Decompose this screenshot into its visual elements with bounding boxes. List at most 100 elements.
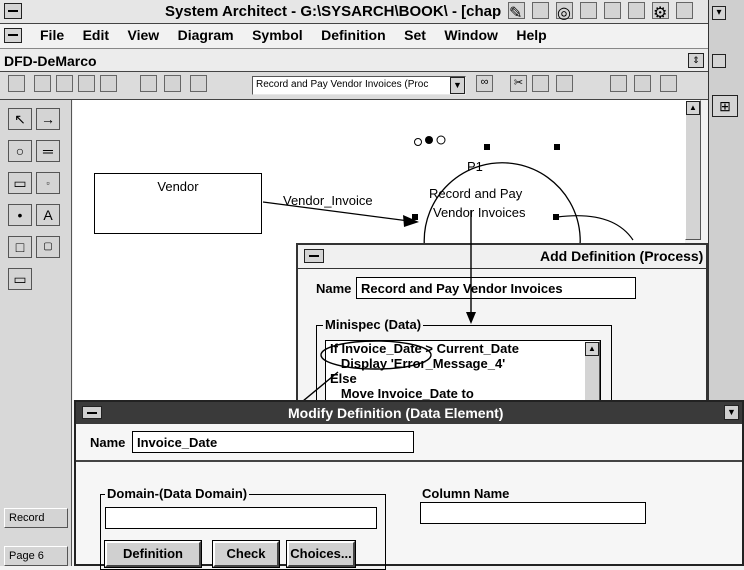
process-name-line1: Record and Pay <box>429 186 523 201</box>
globe-icon[interactable]: ◎ <box>556 2 573 22</box>
properties-icon[interactable] <box>164 75 181 92</box>
gear-icon[interactable]: ⚙ <box>652 2 669 22</box>
menu-diagram[interactable]: Diagram <box>178 27 234 43</box>
definition-button-label: Definition <box>123 546 183 561</box>
window-icon[interactable] <box>676 2 693 19</box>
modify-definition-title-bar: Modify Definition (Data Element) ▼ <box>76 402 742 424</box>
menu-view[interactable]: View <box>127 27 159 43</box>
adjacent-scroll-icon[interactable] <box>712 54 726 68</box>
system-menu-button[interactable] <box>4 3 22 19</box>
minispec-scrollbar[interactable]: ▲ <box>584 341 600 403</box>
app-title: System Architect - G:\SYSARCH\BOOK\ - [c… <box>165 3 502 20</box>
menu-set[interactable]: Set <box>404 27 426 43</box>
combo-dropdown-icon[interactable]: ▼ <box>450 77 465 94</box>
save-icon[interactable] <box>78 75 95 92</box>
vendor-entity-label: Vendor <box>157 179 199 194</box>
menu-window[interactable]: Window <box>444 27 498 43</box>
clipboard-icon[interactable] <box>556 75 573 92</box>
page-icon[interactable] <box>190 75 207 92</box>
pointer-tool-icon[interactable]: ↖ <box>8 108 32 130</box>
flow-icon[interactable] <box>604 2 621 19</box>
symbol-combo[interactable]: Record and Pay Vendor Invoices (Proc ▼ <box>252 76 466 95</box>
domain-field[interactable] <box>105 507 377 529</box>
minispec-line-4: Move Invoice_Date to <box>330 386 474 401</box>
square-tool-icon[interactable]: □ <box>8 236 32 258</box>
small-box-tool-icon[interactable]: ▫ <box>36 172 60 194</box>
pen-icon[interactable]: ✎ <box>508 2 525 22</box>
add-definition-title: Add Definition (Process) <box>540 248 704 264</box>
add-definition-dialog: Add Definition (Process) Name Record and… <box>296 243 708 405</box>
menu-symbol[interactable]: Symbol <box>252 27 303 43</box>
menu-items: File Edit View Diagram Symbol Definition… <box>40 27 561 45</box>
minispec-label: Minispec (Data) <box>323 317 424 332</box>
binoculars-icon[interactable]: ∞ <box>476 75 493 92</box>
column-name-label: Column Name <box>422 486 510 501</box>
adjacent-close-icon[interactable]: ▾ <box>712 6 726 20</box>
dot-tool-icon[interactable]: • <box>8 204 32 226</box>
add-def-system-menu[interactable] <box>304 249 324 263</box>
add-def-name-value: Record and Pay Vendor Invoices <box>361 281 563 296</box>
menu-definition[interactable]: Definition <box>321 27 386 43</box>
flow-label: Vendor_Invoice <box>283 193 373 208</box>
column-name-field[interactable] <box>420 502 646 524</box>
open-icon[interactable] <box>8 75 25 92</box>
status-record: Record <box>4 508 68 528</box>
process-name-line2: Vendor Invoices <box>433 205 526 220</box>
domain-label: Domain-(Data Domain) <box>105 486 250 501</box>
entity-rect-tool-icon[interactable]: ▭ <box>8 172 32 194</box>
modify-def-dropdown-icon[interactable]: ▼ <box>724 405 739 420</box>
check-button-label: Check <box>226 546 266 561</box>
flow-arrow-tool-icon[interactable]: → <box>36 108 60 130</box>
arrow-icon[interactable] <box>634 75 651 92</box>
print-icon[interactable] <box>100 75 117 92</box>
modify-def-system-menu[interactable] <box>82 406 102 419</box>
annotation-ellipse <box>320 340 432 370</box>
grid-icon[interactable] <box>628 2 645 19</box>
restore-icon[interactable]: ⇕ <box>688 53 704 68</box>
add-def-name-label: Name <box>316 281 352 296</box>
wide-rect-tool-icon[interactable]: ▭ <box>8 268 32 290</box>
scroll-up-icon[interactable]: ▲ <box>686 101 700 115</box>
data-store-tool-icon[interactable]: ═ <box>36 140 60 162</box>
blank-icon[interactable] <box>660 75 677 92</box>
menu-help[interactable]: Help <box>516 27 546 43</box>
text-tool-icon[interactable]: A <box>36 204 60 226</box>
canvas-scrollbar[interactable]: ▲ <box>685 100 701 240</box>
minispec-scroll-up-icon[interactable]: ▲ <box>585 342 599 356</box>
check-button[interactable]: Check <box>212 540 280 568</box>
adjacent-grid-icon[interactable]: ⊞ <box>712 95 738 117</box>
modify-definition-title: Modify Definition (Data Element) <box>288 405 504 421</box>
title-icon-strip: ✎ ◎ ⚙ <box>508 2 708 22</box>
menu-file[interactable]: File <box>40 27 64 43</box>
diagram-icon[interactable] <box>532 2 549 19</box>
choices-button-label: Choices... <box>290 546 352 561</box>
shapes-icon[interactable] <box>580 2 597 19</box>
copy-doc-icon[interactable] <box>56 75 73 92</box>
toolbar: Record and Pay Vendor Invoices (Proc ▼ ∞… <box>0 72 708 100</box>
process-id: P1 <box>467 159 483 174</box>
vendor-entity[interactable]: Vendor <box>94 173 262 234</box>
status-record-text: Record <box>9 512 45 524</box>
modify-def-name-value: Invoice_Date <box>137 435 218 450</box>
new-icon[interactable] <box>34 75 51 92</box>
document-bar: DFD-DeMarco ⇕ <box>0 48 708 72</box>
cut-icon[interactable]: ✂ <box>510 75 527 92</box>
modify-def-name-label: Name <box>90 435 126 450</box>
modify-def-separator <box>76 460 742 462</box>
title-bar: System Architect - G:\SYSARCH\BOOK\ - [c… <box>0 0 708 24</box>
menu-edit[interactable]: Edit <box>83 27 109 43</box>
status-page: Page 6 <box>4 546 68 566</box>
doc-system-menu-button[interactable] <box>4 28 22 43</box>
add-def-name-field[interactable]: Record and Pay Vendor Invoices <box>356 277 636 299</box>
process-circle-tool-icon[interactable]: ○ <box>8 140 32 162</box>
shape-tool-icon[interactable]: ▢ <box>36 236 60 258</box>
modify-def-name-field[interactable]: Invoice_Date <box>132 431 414 453</box>
choices-button[interactable]: Choices... <box>286 540 356 568</box>
definition-button[interactable]: Definition <box>104 540 202 568</box>
document-title: DFD-DeMarco <box>4 53 97 69</box>
layout-icon[interactable] <box>140 75 157 92</box>
paste-icon[interactable] <box>532 75 549 92</box>
link-icon[interactable] <box>610 75 627 92</box>
menu-bar: File Edit View Diagram Symbol Definition… <box>0 24 708 48</box>
status-page-text: Page 6 <box>9 550 44 562</box>
